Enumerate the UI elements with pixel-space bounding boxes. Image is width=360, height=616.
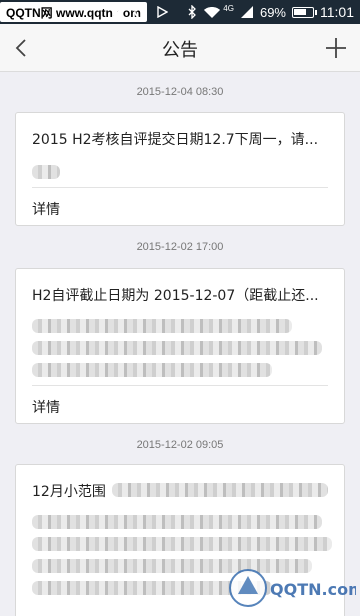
- announcement-title: 12月小范围: [32, 484, 106, 500]
- announcement-title: H2自评截止日期为 2015-12-07（距截止还...: [32, 288, 319, 304]
- header: 公告: [0, 24, 360, 72]
- battery-percent: 69%: [259, 4, 286, 20]
- add-button[interactable]: [322, 34, 350, 62]
- detail-link[interactable]: 详情: [32, 397, 60, 417]
- plus-icon: [326, 38, 346, 58]
- clock: 11:01: [320, 4, 354, 20]
- detail-link[interactable]: 详情: [32, 199, 60, 219]
- qqtn-watermark-logo: QQTN.com: [226, 564, 360, 612]
- timestamp: 2015-12-02 09:05: [136, 439, 224, 451]
- announcement-title: 2015 H2考核自评提交日期12.7下周一，请...: [32, 132, 319, 148]
- bluetooth-icon: [188, 5, 197, 19]
- redacted-text: [32, 165, 60, 179]
- timestamp: 2015-12-02 17:00: [136, 241, 224, 253]
- status-icons: [110, 4, 168, 20]
- announcement-card[interactable]: H2自评截止日期为 2015-12-07（距截止还... 详情: [15, 268, 345, 424]
- signal-icon: [111, 6, 123, 18]
- status-bar: QQTN网 www.qqtn.com 4G 69% 11:01: [0, 0, 360, 24]
- battery-icon: [292, 6, 317, 18]
- wifi-icon: [204, 7, 221, 18]
- redacted-text: [32, 341, 322, 355]
- redacted-text: [112, 483, 328, 497]
- redacted-text: [32, 319, 292, 333]
- battery-level: [294, 8, 306, 15]
- card-divider: [32, 385, 328, 386]
- status-right: 4G 69% 11:01: [187, 3, 354, 21]
- network-type: 4G: [223, 3, 234, 13]
- svg-text:QQTN.com: QQTN.com: [270, 580, 356, 599]
- shield-icon: [134, 5, 146, 19]
- page-title: 公告: [162, 40, 198, 61]
- redacted-text: [32, 537, 332, 551]
- cell-signal-icon: [240, 6, 253, 18]
- redacted-text: [32, 363, 272, 377]
- announcement-card[interactable]: 2015 H2考核自评提交日期12.7下周一，请... 详情: [15, 112, 345, 226]
- timestamp: 2015-12-04 08:30: [136, 86, 224, 98]
- card-divider: [32, 187, 328, 188]
- play-icon: [157, 6, 168, 18]
- redacted-text: [32, 515, 322, 529]
